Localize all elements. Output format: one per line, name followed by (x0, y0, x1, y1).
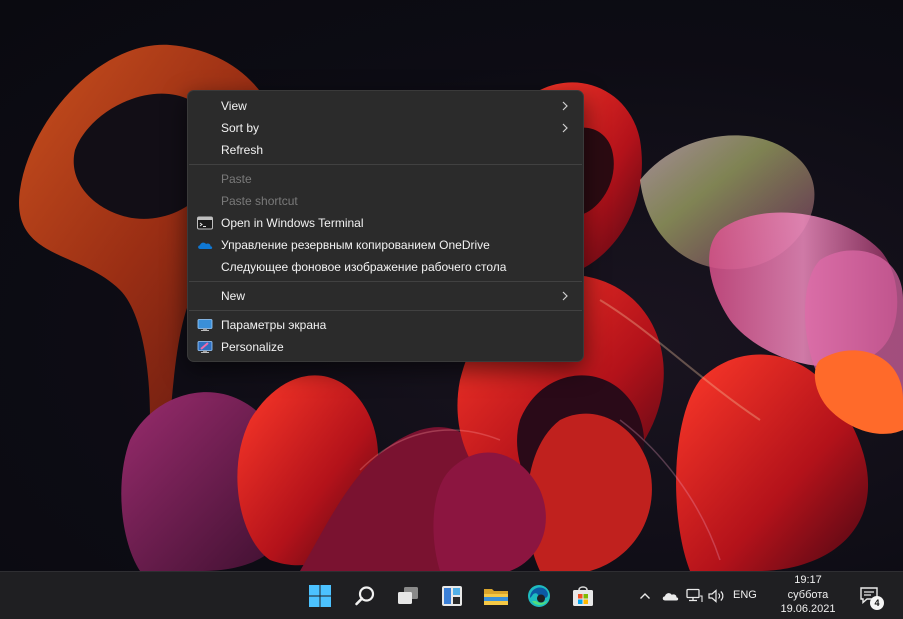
menu-item-refresh[interactable]: Refresh (188, 139, 583, 161)
clock[interactable]: 19:17 суббота 19.06.2021 (770, 573, 846, 617)
menu-item-label: Paste (221, 172, 252, 186)
volume-tray-button[interactable] (707, 586, 727, 606)
menu-item-next-background[interactable]: Следующее фоновое изображение рабочего с… (188, 256, 583, 278)
notification-count-badge: 4 (870, 596, 884, 610)
menu-item-label: View (221, 99, 247, 113)
onedrive-icon (662, 593, 679, 601)
clock-date: 19.06.2021 (780, 603, 836, 615)
terminal-icon (197, 216, 213, 230)
menu-separator (189, 281, 582, 282)
chevron-right-icon (562, 123, 568, 133)
menu-separator (189, 164, 582, 165)
microsoft-store-button[interactable] (567, 580, 599, 612)
start-button[interactable] (304, 580, 336, 612)
menu-item-label: Sort by (221, 121, 260, 135)
microsoft-store-icon (573, 586, 593, 606)
menu-item-label: New (221, 289, 246, 303)
chevron-right-icon (562, 291, 568, 301)
volume-icon (708, 589, 724, 603)
input-language-indicator[interactable]: ENG (733, 589, 757, 601)
clock-time: 19:17 (794, 574, 822, 586)
file-explorer-button[interactable] (480, 580, 512, 612)
menu-item-label: Следующее фоновое изображение рабочего с… (221, 260, 507, 274)
menu-item-label: Параметры экрана (221, 318, 327, 332)
onedrive-tray-button[interactable] (660, 586, 680, 606)
task-view-icon (398, 587, 418, 604)
menu-item-view[interactable]: View (188, 95, 583, 117)
taskbar: ENG 19:17 суббота 19.06.2021 4 (0, 571, 903, 619)
chevron-right-icon (562, 101, 568, 111)
widgets-icon (442, 586, 462, 606)
edge-button[interactable] (523, 580, 555, 612)
edge-icon (528, 585, 550, 607)
clock-day: суббота (787, 588, 829, 601)
search-icon (355, 586, 375, 606)
chevron-up-icon (640, 593, 650, 599)
start-icon (309, 585, 331, 607)
network-icon (686, 588, 703, 602)
desktop-context-menu: View Sort by Refresh Paste Paste shortcu… (187, 90, 584, 362)
menu-item-personalize[interactable]: Personalize (188, 336, 583, 358)
menu-item-new[interactable]: New (188, 285, 583, 307)
menu-item-paste-shortcut: Paste shortcut (188, 190, 583, 212)
menu-item-label: Personalize (221, 340, 284, 354)
notification-center-button[interactable]: 4 (858, 584, 884, 610)
menu-item-label: Управление резервным копированием OneDri… (221, 238, 490, 252)
personalize-icon (197, 341, 213, 353)
display-settings-icon (197, 319, 213, 331)
menu-item-onedrive-backup[interactable]: Управление резервным копированием OneDri… (188, 234, 583, 256)
menu-item-open-in-terminal[interactable]: Open in Windows Terminal (188, 212, 583, 234)
menu-item-label: Paste shortcut (221, 194, 298, 208)
widgets-button[interactable] (436, 580, 468, 612)
task-view-button[interactable] (392, 580, 424, 612)
onedrive-cloud-icon (198, 242, 213, 249)
show-hidden-icons-button[interactable] (637, 586, 653, 606)
menu-item-sort-by[interactable]: Sort by (188, 117, 583, 139)
menu-item-display-settings[interactable]: Параметры экрана (188, 314, 583, 336)
network-tray-button[interactable] (684, 586, 704, 606)
file-explorer-icon (484, 589, 508, 605)
menu-item-label: Open in Windows Terminal (221, 216, 364, 230)
menu-item-label: Refresh (221, 143, 264, 157)
search-button[interactable] (349, 580, 381, 612)
menu-item-paste: Paste (188, 168, 583, 190)
menu-separator (189, 310, 582, 311)
